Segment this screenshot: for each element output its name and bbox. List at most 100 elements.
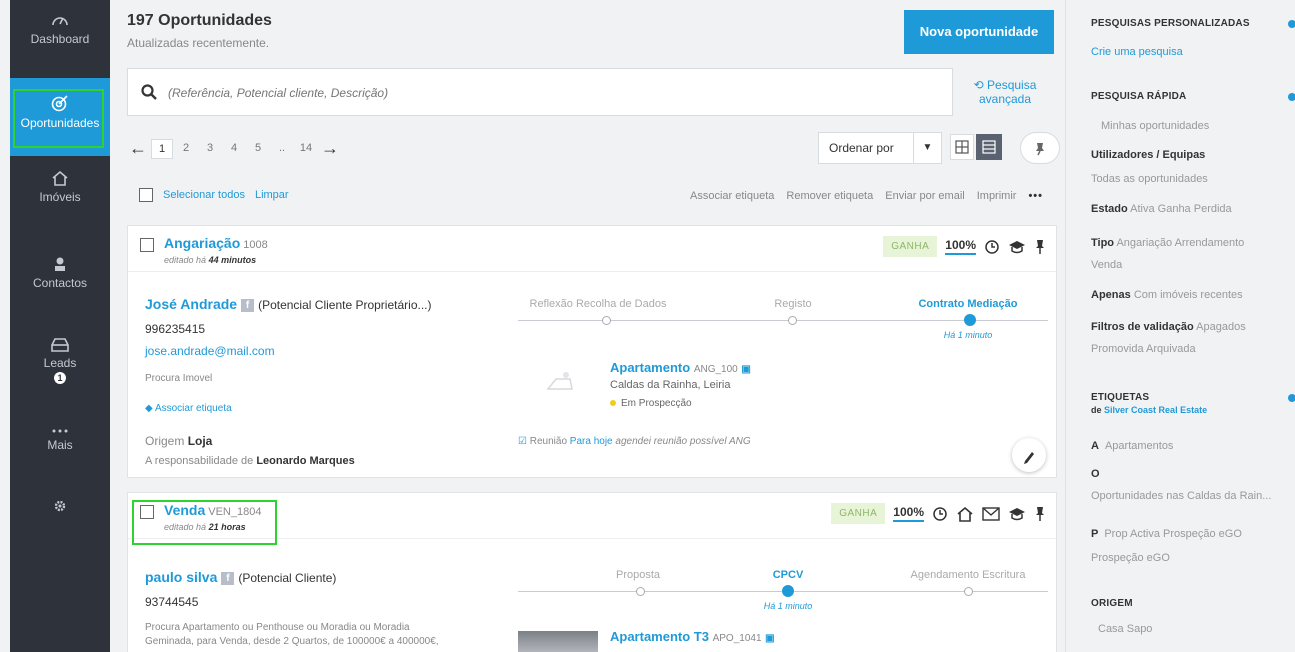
facebook-icon[interactable]: f [241, 298, 255, 312]
sidebar-item-oportunidades[interactable]: Oportunidades [10, 78, 110, 156]
sidebar-item-label: Imóveis [39, 190, 81, 204]
sidebar-item-contactos[interactable]: Contactos [10, 256, 110, 306]
order-by-select[interactable]: Ordenar por ▼ [818, 132, 942, 164]
sidebar-item-mais[interactable]: Mais [10, 428, 110, 468]
page-button[interactable]: 3 [199, 139, 221, 159]
validation-label: Filtros de validação [1091, 321, 1194, 333]
probability-percent[interactable]: 100% [893, 505, 924, 522]
tag-value[interactable]: Prop Activa Prospeção eGO [1104, 528, 1242, 540]
tipo-values[interactable]: Angariação Arrendamento [1116, 237, 1244, 249]
contact-name-link[interactable]: paulo silva [145, 569, 217, 585]
card-icon: ▣ [741, 364, 751, 375]
edited-time: 21 horas [208, 522, 246, 532]
house-icon [52, 170, 68, 186]
my-opportunities-filter[interactable]: Minhas oportunidades [1101, 115, 1295, 137]
all-opportunities-filter[interactable]: Todas as oportunidades [1091, 168, 1295, 190]
tag-value[interactable]: Oportunidades nas Caldas da Rain... [1091, 490, 1271, 502]
property-title[interactable]: Apartamento ANG_100 ▣ [610, 360, 751, 375]
contact-email[interactable]: jose.andrade@mail.com [145, 344, 275, 358]
page-button[interactable]: 4 [223, 139, 245, 159]
pipeline-stage[interactable]: Reflexão Recolha de Dados [518, 298, 678, 310]
associate-tag-link[interactable]: ◆ Associar etiqueta [145, 402, 232, 415]
pipeline-stage-active[interactable]: Contrato Mediação [888, 298, 1048, 310]
card-checkbox[interactable] [140, 238, 154, 252]
clock-icon[interactable] [984, 239, 1000, 255]
pipeline: Reflexão Recolha de Dados Registo Contra… [518, 298, 1048, 354]
sidebar-item-leads[interactable]: Leads 1 [10, 338, 110, 402]
pipeline-time: Há 1 minuto [943, 330, 993, 340]
grid-view-button[interactable] [950, 134, 974, 160]
graduation-cap-icon[interactable] [1008, 506, 1026, 522]
print-action[interactable]: Imprimir [977, 190, 1017, 202]
more-icon [52, 429, 68, 433]
associate-tag-action[interactable]: Associar etiqueta [690, 190, 774, 202]
bulk-actions-bar: Selecionar todos Limpar Associar etiquet… [127, 188, 1057, 208]
sidebar-item-dashboard[interactable]: Dashboard [10, 12, 110, 62]
page-button[interactable]: 2 [175, 139, 197, 159]
tag-value[interactable]: Apartamentos [1105, 440, 1173, 452]
pipeline-stage[interactable]: Registo [713, 298, 873, 310]
pin-icon[interactable] [1034, 239, 1046, 255]
estado-values[interactable]: Ativa Ganha Perdida [1130, 203, 1232, 215]
grid-icon [955, 140, 969, 154]
apenas-values[interactable]: Com imóveis recentes [1134, 289, 1243, 301]
select-all-checkbox[interactable] [139, 188, 153, 202]
page-button[interactable]: 14 [295, 139, 317, 159]
send-email-action[interactable]: Enviar por email [885, 190, 964, 202]
settings-gear-icon[interactable] [1288, 394, 1295, 402]
tipo-values[interactable]: Venda [1091, 259, 1122, 271]
new-opportunity-button[interactable]: Nova oportunidade [904, 10, 1054, 54]
list-view-button[interactable] [976, 134, 1002, 160]
clear-link[interactable]: Limpar [255, 189, 289, 201]
target-icon [51, 95, 68, 112]
page-button[interactable]: 1 [151, 139, 173, 159]
prev-page-arrow-icon[interactable]: ← [127, 139, 149, 159]
tags-sub-org[interactable]: Silver Coast Real Estate [1104, 405, 1207, 415]
settings-gear-icon[interactable] [1288, 93, 1295, 101]
select-all-link[interactable]: Selecionar todos [163, 189, 245, 201]
pencil-icon [1024, 452, 1034, 464]
pipeline-stage[interactable]: Proposta [558, 569, 718, 581]
facebook-icon[interactable]: f [221, 571, 235, 585]
card-ref: VEN_1804 [208, 506, 262, 518]
edited-time: 44 minutos [208, 255, 257, 265]
pin-icon[interactable] [1034, 506, 1046, 522]
edit-button[interactable] [1012, 438, 1046, 472]
more-actions-button[interactable]: ••• [1028, 190, 1043, 202]
search-input[interactable] [168, 81, 928, 105]
next-page-arrow-icon[interactable]: → [319, 139, 341, 159]
card-title[interactable]: Venda VEN_1804 [164, 502, 261, 518]
description-line: Geminada, para Venda, desde 2 Quartos, d… [145, 636, 439, 647]
contact-phone[interactable]: 93744545 [145, 595, 198, 609]
tag-value[interactable]: Prospeção eGO [1091, 552, 1170, 564]
probability-percent[interactable]: 100% [945, 238, 976, 255]
apenas-filter: Apenas Com imóveis recentes [1091, 284, 1295, 306]
sidebar-item-imoveis[interactable]: Imóveis [10, 170, 110, 220]
pipeline-dot [964, 587, 973, 596]
pipeline-stage[interactable]: Agendamento Escritura [888, 569, 1048, 581]
card-checkbox[interactable] [140, 505, 154, 519]
mail-icon[interactable] [982, 506, 1000, 521]
origem-filter[interactable]: Casa Sapo [1098, 618, 1295, 640]
card-title[interactable]: Angariação 1008 [164, 235, 268, 251]
property-title[interactable]: Apartamento T3 APO_1041 ▣ [610, 629, 775, 644]
responsible-name: Leonardo Marques [256, 455, 355, 467]
settings-gear-icon[interactable] [1288, 20, 1295, 28]
create-search-link[interactable]: Crie uma pesquisa [1091, 46, 1183, 58]
contact-name-link[interactable]: José Andrade [145, 296, 237, 312]
sidebar-item-settings[interactable] [10, 500, 110, 520]
house-icon[interactable] [956, 506, 974, 522]
advanced-search-link[interactable]: ⟲ Pesquisa avançada [960, 78, 1050, 106]
pin-button[interactable] [1020, 132, 1060, 164]
contact-phone[interactable]: 996235415 [145, 322, 205, 336]
looking-for-text: Procura Imovel [145, 373, 213, 384]
graduation-cap-icon[interactable] [1008, 239, 1026, 255]
pipeline-stage-active[interactable]: CPCV [708, 569, 868, 581]
property-title-text: Apartamento [610, 360, 691, 375]
clock-icon[interactable] [932, 506, 948, 522]
page-button[interactable]: 5 [247, 139, 269, 159]
validation-values[interactable]: Apagados [1196, 321, 1246, 333]
remove-tag-action[interactable]: Remover etiqueta [786, 190, 873, 202]
task-row[interactable]: ☑ Reunião Para hoje agendei reunião poss… [518, 436, 751, 447]
validation-values[interactable]: Promovida Arquivada [1091, 343, 1196, 355]
